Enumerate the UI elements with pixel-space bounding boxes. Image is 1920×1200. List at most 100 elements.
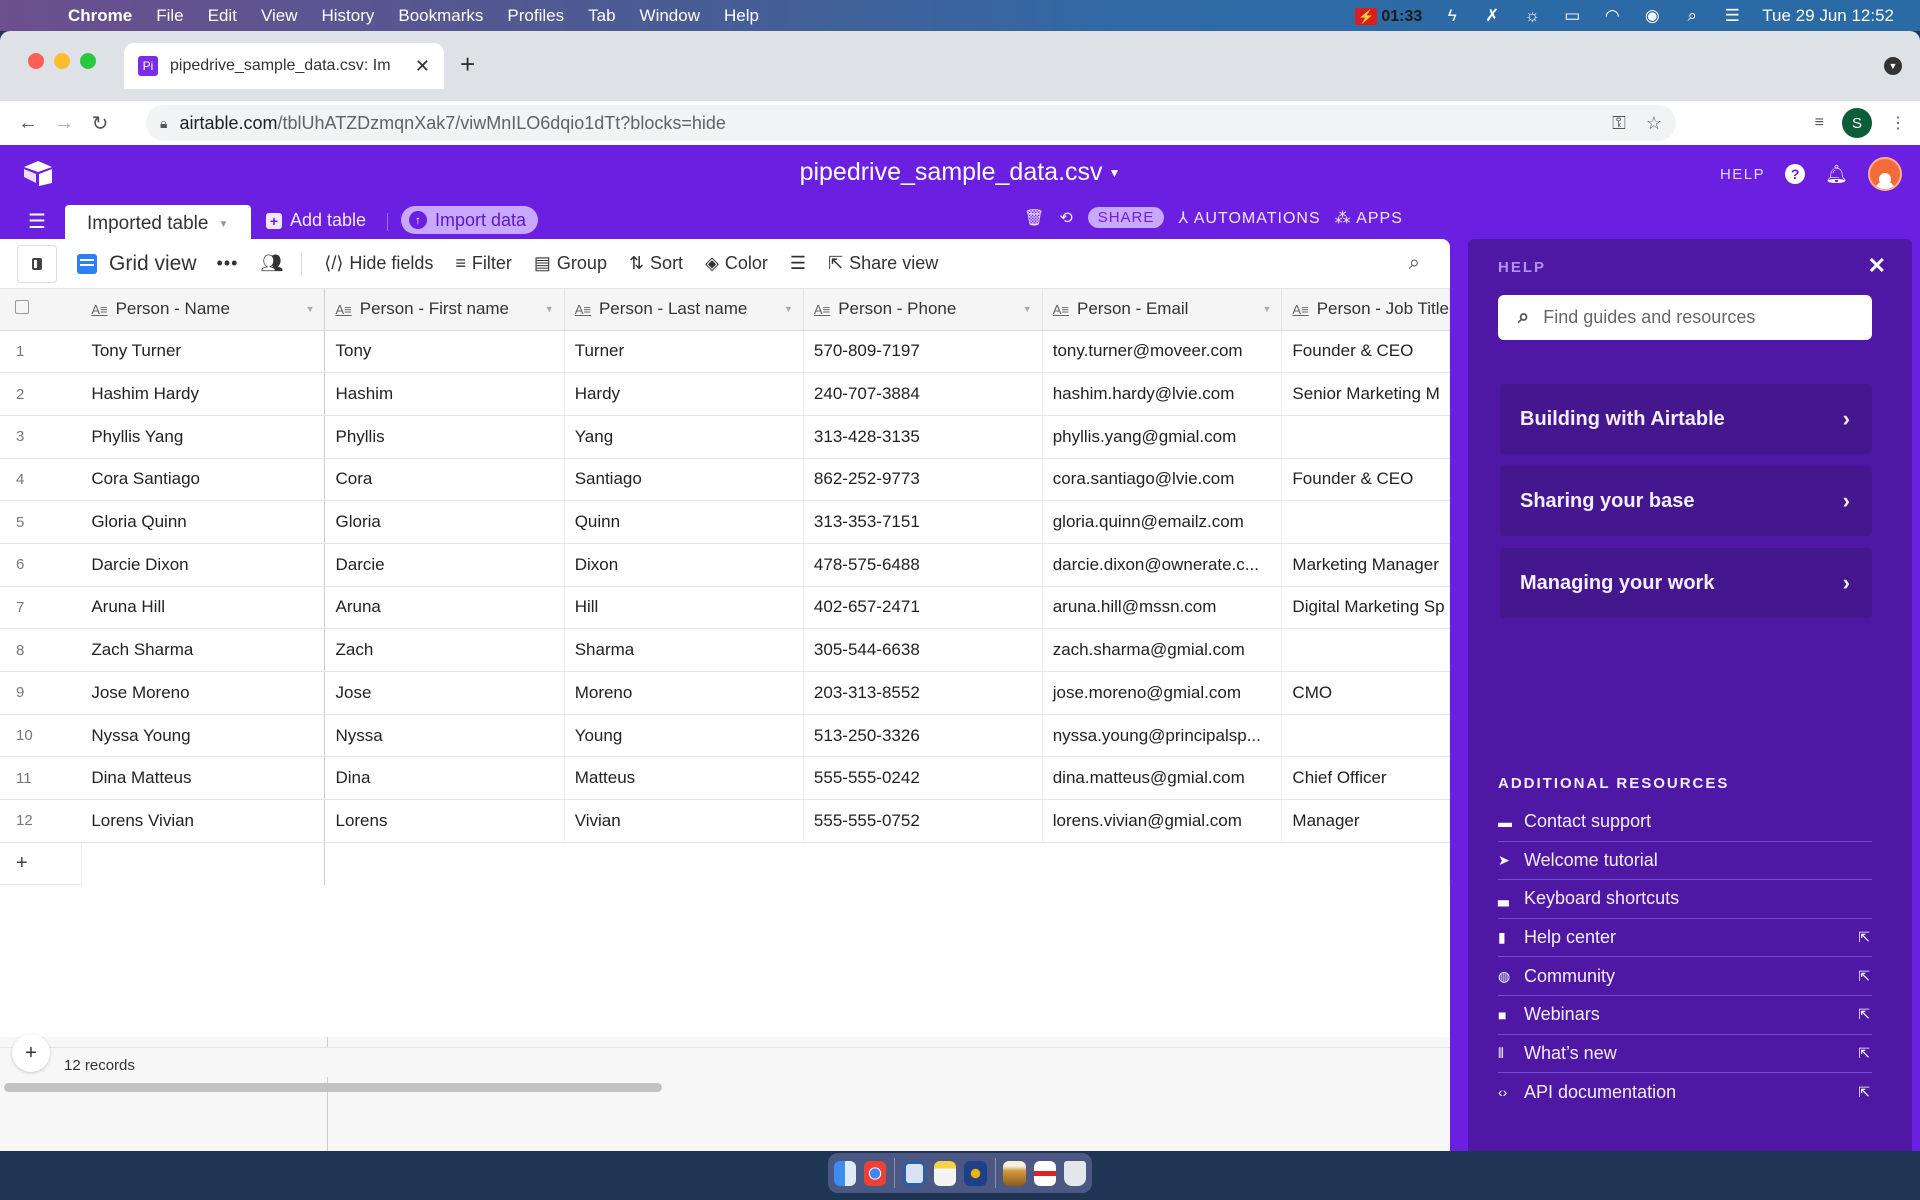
cell-first[interactable]: Jose bbox=[324, 671, 565, 715]
minimize-window-button[interactable] bbox=[54, 53, 70, 69]
cell-phone[interactable]: 402-657-2471 bbox=[803, 586, 1043, 630]
bookmark-star-icon[interactable]: ☆ bbox=[1646, 113, 1662, 134]
cell-phone[interactable]: 203-313-8552 bbox=[803, 671, 1043, 715]
chevron-down-icon[interactable]: ▼ bbox=[1023, 304, 1032, 314]
clock[interactable]: Tue 29 Jun 12:52 bbox=[1762, 6, 1894, 26]
table-row[interactable]: 6 Darcie Dixon Darcie Dixon 478-575-6488 darc… bbox=[0, 543, 1450, 587]
cell-job[interactable]: Manager bbox=[1281, 799, 1450, 843]
column-header[interactable]: A≡ Person - First name ▼ bbox=[324, 289, 565, 331]
cell-phone[interactable]: 305-544-6638 bbox=[803, 628, 1043, 672]
apps-button[interactable]: ⁂ APPS bbox=[1335, 208, 1403, 228]
table-row[interactable]: 12 Lorens Vivian Lorens Vivian 555-555-0752 l… bbox=[0, 799, 1450, 843]
cell-last[interactable]: Sharma bbox=[564, 628, 804, 672]
menu-profiles[interactable]: Profiles bbox=[507, 6, 564, 26]
cell-job[interactable] bbox=[1281, 714, 1450, 758]
add-row-plus-icon[interactable]: + bbox=[0, 842, 82, 886]
chevron-down-icon[interactable]: ▼ bbox=[218, 219, 228, 230]
share-view-button[interactable]: ⇱ Share view bbox=[828, 253, 938, 274]
cell-name[interactable]: Phyllis Yang bbox=[81, 415, 326, 459]
cell-job[interactable]: Digital Marketing Sp bbox=[1281, 586, 1450, 630]
new-tab-button[interactable]: + bbox=[460, 49, 475, 80]
battery-icon[interactable]: ▭ bbox=[1562, 6, 1582, 26]
reload-icon[interactable]: ↻ bbox=[82, 111, 118, 136]
cell-phone[interactable]: 313-428-3135 bbox=[803, 415, 1043, 459]
cell-first[interactable]: Dina bbox=[324, 756, 565, 801]
finder-icon[interactable] bbox=[834, 1160, 857, 1186]
cell-first[interactable]: Tony bbox=[324, 330, 565, 374]
key-icon[interactable]: ⚿ bbox=[1612, 113, 1626, 134]
cell-email[interactable]: jose.moreno@gmial.com bbox=[1042, 671, 1283, 715]
cell-email[interactable]: hashim.hardy@lvie.com bbox=[1042, 372, 1283, 416]
back-icon[interactable]: ← bbox=[10, 112, 46, 135]
cell-last[interactable]: Young bbox=[564, 714, 804, 758]
screen-recording-icon[interactable] bbox=[1033, 1160, 1056, 1186]
hide-fields-button[interactable]: ⟨/⟩ Hide fields bbox=[324, 253, 433, 274]
cell-name[interactable]: Aruna Hill bbox=[81, 586, 326, 630]
resource-link[interactable]: ◍ Community ⇱ bbox=[1498, 957, 1872, 996]
cell-first[interactable]: Darcie bbox=[324, 543, 565, 587]
view-name[interactable]: Grid view bbox=[109, 252, 197, 276]
column-header[interactable]: A≡ Person - Email ▼ bbox=[1042, 289, 1283, 331]
menu-chrome[interactable]: Chrome bbox=[68, 6, 132, 26]
column-header[interactable]: A≡ Person - Name ▼ bbox=[81, 289, 326, 331]
column-header[interactable]: A≡ Person - Job Title bbox=[1281, 289, 1450, 331]
chrome-menu-icon[interactable]: ⋮ bbox=[1890, 113, 1906, 133]
brightness-icon[interactable]: ☼ bbox=[1522, 6, 1542, 26]
tab-search-icon[interactable]: ▼ bbox=[1884, 57, 1902, 75]
guide-card-building[interactable]: Building with Airtable › bbox=[1500, 384, 1872, 454]
menu-tab[interactable]: Tab bbox=[588, 6, 615, 26]
bluetooth-off-icon[interactable]: ✗ bbox=[1482, 6, 1502, 26]
close-icon[interactable]: ✕ bbox=[1868, 253, 1886, 279]
table-row[interactable]: 5 Gloria Quinn Gloria Quinn 313-353-7151 glor… bbox=[0, 500, 1450, 544]
color-button[interactable]: ◈ Color bbox=[705, 253, 768, 274]
column-header[interactable]: A≡ Person - Phone ▼ bbox=[803, 289, 1043, 331]
cell-name[interactable]: Dina Matteus bbox=[81, 756, 326, 801]
table-row[interactable]: 10 Nyssa Young Nyssa Young 513-250-3326 nyssa… bbox=[0, 714, 1450, 758]
cell-phone[interactable]: 862-252-9773 bbox=[803, 458, 1043, 502]
resource-link[interactable]: ▃ Keyboard shortcuts bbox=[1498, 880, 1872, 919]
close-tab-icon[interactable]: ✕ bbox=[415, 56, 430, 77]
notifications-bell-icon[interactable]: 🔔︎ bbox=[1825, 164, 1848, 185]
resource-link[interactable]: ‹› API documentation ⇱ bbox=[1498, 1073, 1872, 1112]
user-avatar[interactable] bbox=[1868, 157, 1902, 191]
automations-button[interactable]: ⅄ AUTOMATIONS bbox=[1178, 208, 1320, 228]
horizontal-scrollbar[interactable] bbox=[4, 1083, 662, 1092]
select-all-checkbox[interactable] bbox=[15, 300, 29, 315]
collaborators-icon[interactable]: 👥︎ bbox=[260, 253, 283, 274]
cell-name[interactable]: Cora Santiago bbox=[81, 458, 326, 502]
column-header[interactable]: A≡ Person - Last name ▼ bbox=[564, 289, 804, 331]
table-row[interactable]: 4 Cora Santiago Cora Santiago 862-252-9773 co… bbox=[0, 458, 1450, 502]
chevron-down-icon[interactable]: ▼ bbox=[306, 304, 315, 314]
reeder-icon[interactable] bbox=[964, 1160, 987, 1186]
cell-name[interactable]: Jose Moreno bbox=[81, 671, 326, 715]
cell-job[interactable]: CMO bbox=[1281, 671, 1450, 715]
menu-help[interactable]: Help bbox=[724, 6, 759, 26]
resource-link[interactable]: ■ Webinars ⇱ bbox=[1498, 996, 1872, 1035]
trash-icon[interactable]: 🗑︎ bbox=[1024, 208, 1045, 228]
menu-edit[interactable]: Edit bbox=[208, 6, 237, 26]
lightning-icon[interactable]: ϟ bbox=[1442, 6, 1462, 26]
cell-name[interactable]: Gloria Quinn bbox=[81, 500, 326, 544]
menu-bookmarks[interactable]: Bookmarks bbox=[398, 6, 483, 26]
table-tab-imported[interactable]: Imported table ▼ bbox=[65, 205, 251, 243]
cell-first[interactable]: Lorens bbox=[324, 799, 565, 843]
notes-icon[interactable] bbox=[934, 1160, 957, 1186]
cell-name[interactable]: Lorens Vivian bbox=[81, 799, 326, 843]
reading-list-icon[interactable]: ≡ bbox=[1815, 114, 1824, 132]
history-icon[interactable]: ⟲ bbox=[1059, 208, 1073, 228]
table-row[interactable]: 11 Dina Matteus Dina Matteus 555-555-0242 din… bbox=[0, 756, 1450, 801]
chevron-down-icon[interactable]: ▼ bbox=[1263, 304, 1272, 314]
cell-first[interactable]: Cora bbox=[324, 458, 565, 502]
cell-first[interactable]: Phyllis bbox=[324, 415, 565, 459]
group-button[interactable]: ▤ Group bbox=[534, 253, 607, 274]
maximize-window-button[interactable] bbox=[80, 53, 96, 69]
cell-last[interactable]: Moreno bbox=[564, 671, 804, 715]
cell-phone[interactable]: 570-809-7197 bbox=[803, 330, 1043, 374]
cell-phone[interactable]: 478-575-6488 bbox=[803, 543, 1043, 587]
cell-email[interactable]: gloria.quinn@emailz.com bbox=[1042, 500, 1283, 544]
cell-first[interactable]: Hashim bbox=[324, 372, 565, 416]
cell-phone[interactable]: 555-555-0752 bbox=[803, 799, 1043, 843]
cell-email[interactable]: zach.sharma@gmial.com bbox=[1042, 628, 1283, 672]
spotlight-search-icon[interactable]: ⌕ bbox=[1682, 6, 1702, 26]
cell-name[interactable]: Zach Sharma bbox=[81, 628, 326, 672]
